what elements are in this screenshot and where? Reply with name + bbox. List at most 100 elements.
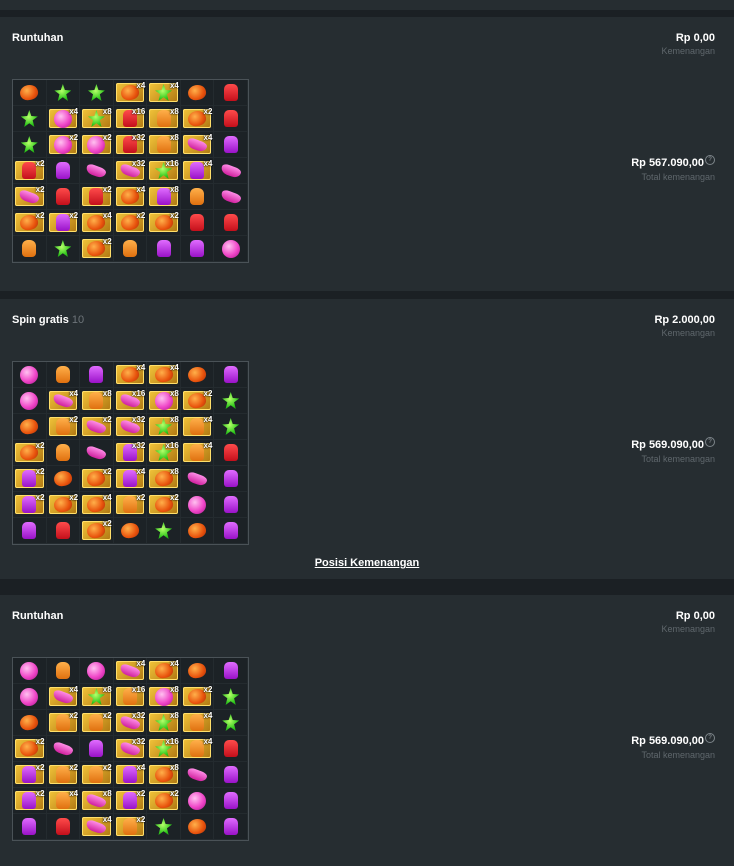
grid-cell: x2 bbox=[13, 440, 47, 466]
grid-cell bbox=[180, 236, 215, 262]
multiplier-label: x32 bbox=[131, 133, 146, 142]
orange-gummy-bear-icon bbox=[55, 444, 70, 461]
multiplier-label: x2 bbox=[69, 415, 79, 424]
grid-cell: x2 bbox=[80, 466, 114, 492]
grid-cell bbox=[214, 106, 248, 132]
heart-candy-icon bbox=[19, 83, 40, 102]
jelly-bean-icon bbox=[186, 766, 209, 783]
heart-candy-icon bbox=[52, 469, 74, 488]
purple-gummy-bear-icon bbox=[223, 662, 238, 679]
reel-grid: x4 x4 x4 x8 x16 x8 x2 x2 x2 x32 x8 x4 x2 x32 x16 x4 x2 x2… bbox=[12, 79, 249, 263]
win-amount: Rp 0,00 bbox=[675, 610, 715, 622]
red-gummy-bear-icon bbox=[223, 84, 238, 101]
multiplier-label: x2 bbox=[102, 519, 112, 528]
grid-cell bbox=[46, 184, 81, 210]
multiplier-label: x2 bbox=[203, 107, 213, 116]
grid-cell: x2 bbox=[180, 388, 215, 414]
pink-gumball-icon bbox=[188, 495, 207, 514]
grid-cell: x8 bbox=[147, 414, 181, 440]
multiplier-label: x2 bbox=[102, 711, 112, 720]
grid-cell: x4 bbox=[147, 658, 181, 684]
purple-gummy-bear-icon bbox=[22, 766, 37, 783]
grid-cell: x4 bbox=[180, 414, 215, 440]
top-panel-edge bbox=[0, 0, 734, 10]
grid-cell bbox=[180, 466, 215, 492]
orange-gummy-bear-icon bbox=[190, 444, 205, 461]
grid-cell: x2 bbox=[46, 762, 81, 788]
purple-gummy-bear-icon bbox=[55, 162, 70, 179]
grid-cell: x2 bbox=[13, 158, 47, 184]
grid-cell: x2 bbox=[80, 414, 114, 440]
multiplier-label: x8 bbox=[102, 685, 112, 694]
multiplier-label: x2 bbox=[35, 185, 45, 194]
jelly-bean-icon bbox=[219, 162, 242, 179]
grid-cell: x2 bbox=[80, 236, 114, 262]
grid-cell: x8 bbox=[147, 710, 181, 736]
round-panel-3: Runtuhan Rp 0,00 Kemenangan x4 x4 x4 x8 x16 x… bbox=[0, 595, 734, 866]
jelly-bean-icon bbox=[219, 188, 242, 205]
multiplier-label: x2 bbox=[102, 763, 112, 772]
help-icon[interactable]: ? bbox=[705, 155, 715, 165]
grid-cell: x2 bbox=[13, 492, 47, 518]
win-label: Kemenangan bbox=[661, 46, 715, 56]
multiplier-label: x4 bbox=[169, 659, 179, 668]
win-positions-link[interactable]: Posisi Kemenangan bbox=[0, 557, 734, 569]
grid-cell bbox=[13, 80, 47, 106]
grid-cell: x2 bbox=[147, 788, 181, 814]
grid-cell: x2 bbox=[46, 132, 81, 158]
grid-cell: x16 bbox=[147, 440, 181, 466]
multiplier-label: x2 bbox=[35, 493, 45, 502]
purple-gummy-bear-icon bbox=[156, 240, 171, 257]
grid-cell bbox=[214, 814, 248, 840]
grid-cell: x2 bbox=[46, 414, 81, 440]
multiplier-label: x8 bbox=[169, 415, 179, 424]
orange-gummy-bear-icon bbox=[89, 766, 104, 783]
multiplier-label: x4 bbox=[136, 659, 146, 668]
multiplier-label: x2 bbox=[203, 685, 213, 694]
purple-gummy-bear-icon bbox=[190, 162, 205, 179]
help-icon[interactable]: ? bbox=[705, 733, 715, 743]
round-title: Runtuhan bbox=[12, 610, 63, 622]
multiplier-label: x32 bbox=[131, 737, 146, 746]
grid-cell: x2 bbox=[13, 762, 47, 788]
grid-cell bbox=[46, 814, 81, 840]
multiplier-label: x2 bbox=[169, 789, 179, 798]
grid-cell: x4 bbox=[113, 362, 148, 388]
grid-cell: x4 bbox=[80, 814, 114, 840]
grid-cell: x2 bbox=[13, 788, 47, 814]
grid-cell bbox=[13, 106, 47, 132]
multiplier-label: x2 bbox=[35, 211, 45, 220]
red-gummy-bear-icon bbox=[223, 444, 238, 461]
grid-cell bbox=[80, 658, 114, 684]
grid-cell bbox=[147, 518, 181, 544]
jelly-bean-icon bbox=[85, 444, 108, 461]
grid-cell: x2 bbox=[46, 710, 81, 736]
grid-cell bbox=[214, 710, 248, 736]
red-gummy-bear-icon bbox=[55, 818, 70, 835]
purple-gummy-bear-icon bbox=[122, 766, 137, 783]
red-gummy-bear-icon bbox=[55, 188, 70, 205]
grid-cell bbox=[214, 684, 248, 710]
grid-cell bbox=[214, 184, 248, 210]
total-win-label: Total kemenangan bbox=[641, 750, 715, 760]
orange-gummy-bear-icon bbox=[122, 818, 137, 835]
grid-cell: x2 bbox=[13, 210, 47, 236]
multiplier-label: x4 bbox=[169, 363, 179, 372]
orange-gummy-bear-icon bbox=[89, 392, 104, 409]
purple-gummy-bear-icon bbox=[22, 470, 37, 487]
multiplier-label: x8 bbox=[169, 685, 179, 694]
grid-cell: x32 bbox=[113, 414, 148, 440]
multiplier-label: x2 bbox=[169, 211, 179, 220]
jelly-bean-icon bbox=[51, 740, 74, 757]
grid-cell bbox=[214, 440, 248, 466]
multiplier-label: x4 bbox=[136, 185, 146, 194]
help-icon[interactable]: ? bbox=[705, 437, 715, 447]
orange-gummy-bear-icon bbox=[156, 110, 171, 127]
win-label: Kemenangan bbox=[661, 328, 715, 338]
star-candy-icon bbox=[222, 688, 240, 705]
multiplier-label: x4 bbox=[136, 763, 146, 772]
orange-gummy-bear-icon bbox=[89, 714, 104, 731]
multiplier-label: x8 bbox=[102, 389, 112, 398]
grid-cell bbox=[214, 492, 248, 518]
total-win-label: Total kemenangan bbox=[641, 454, 715, 464]
